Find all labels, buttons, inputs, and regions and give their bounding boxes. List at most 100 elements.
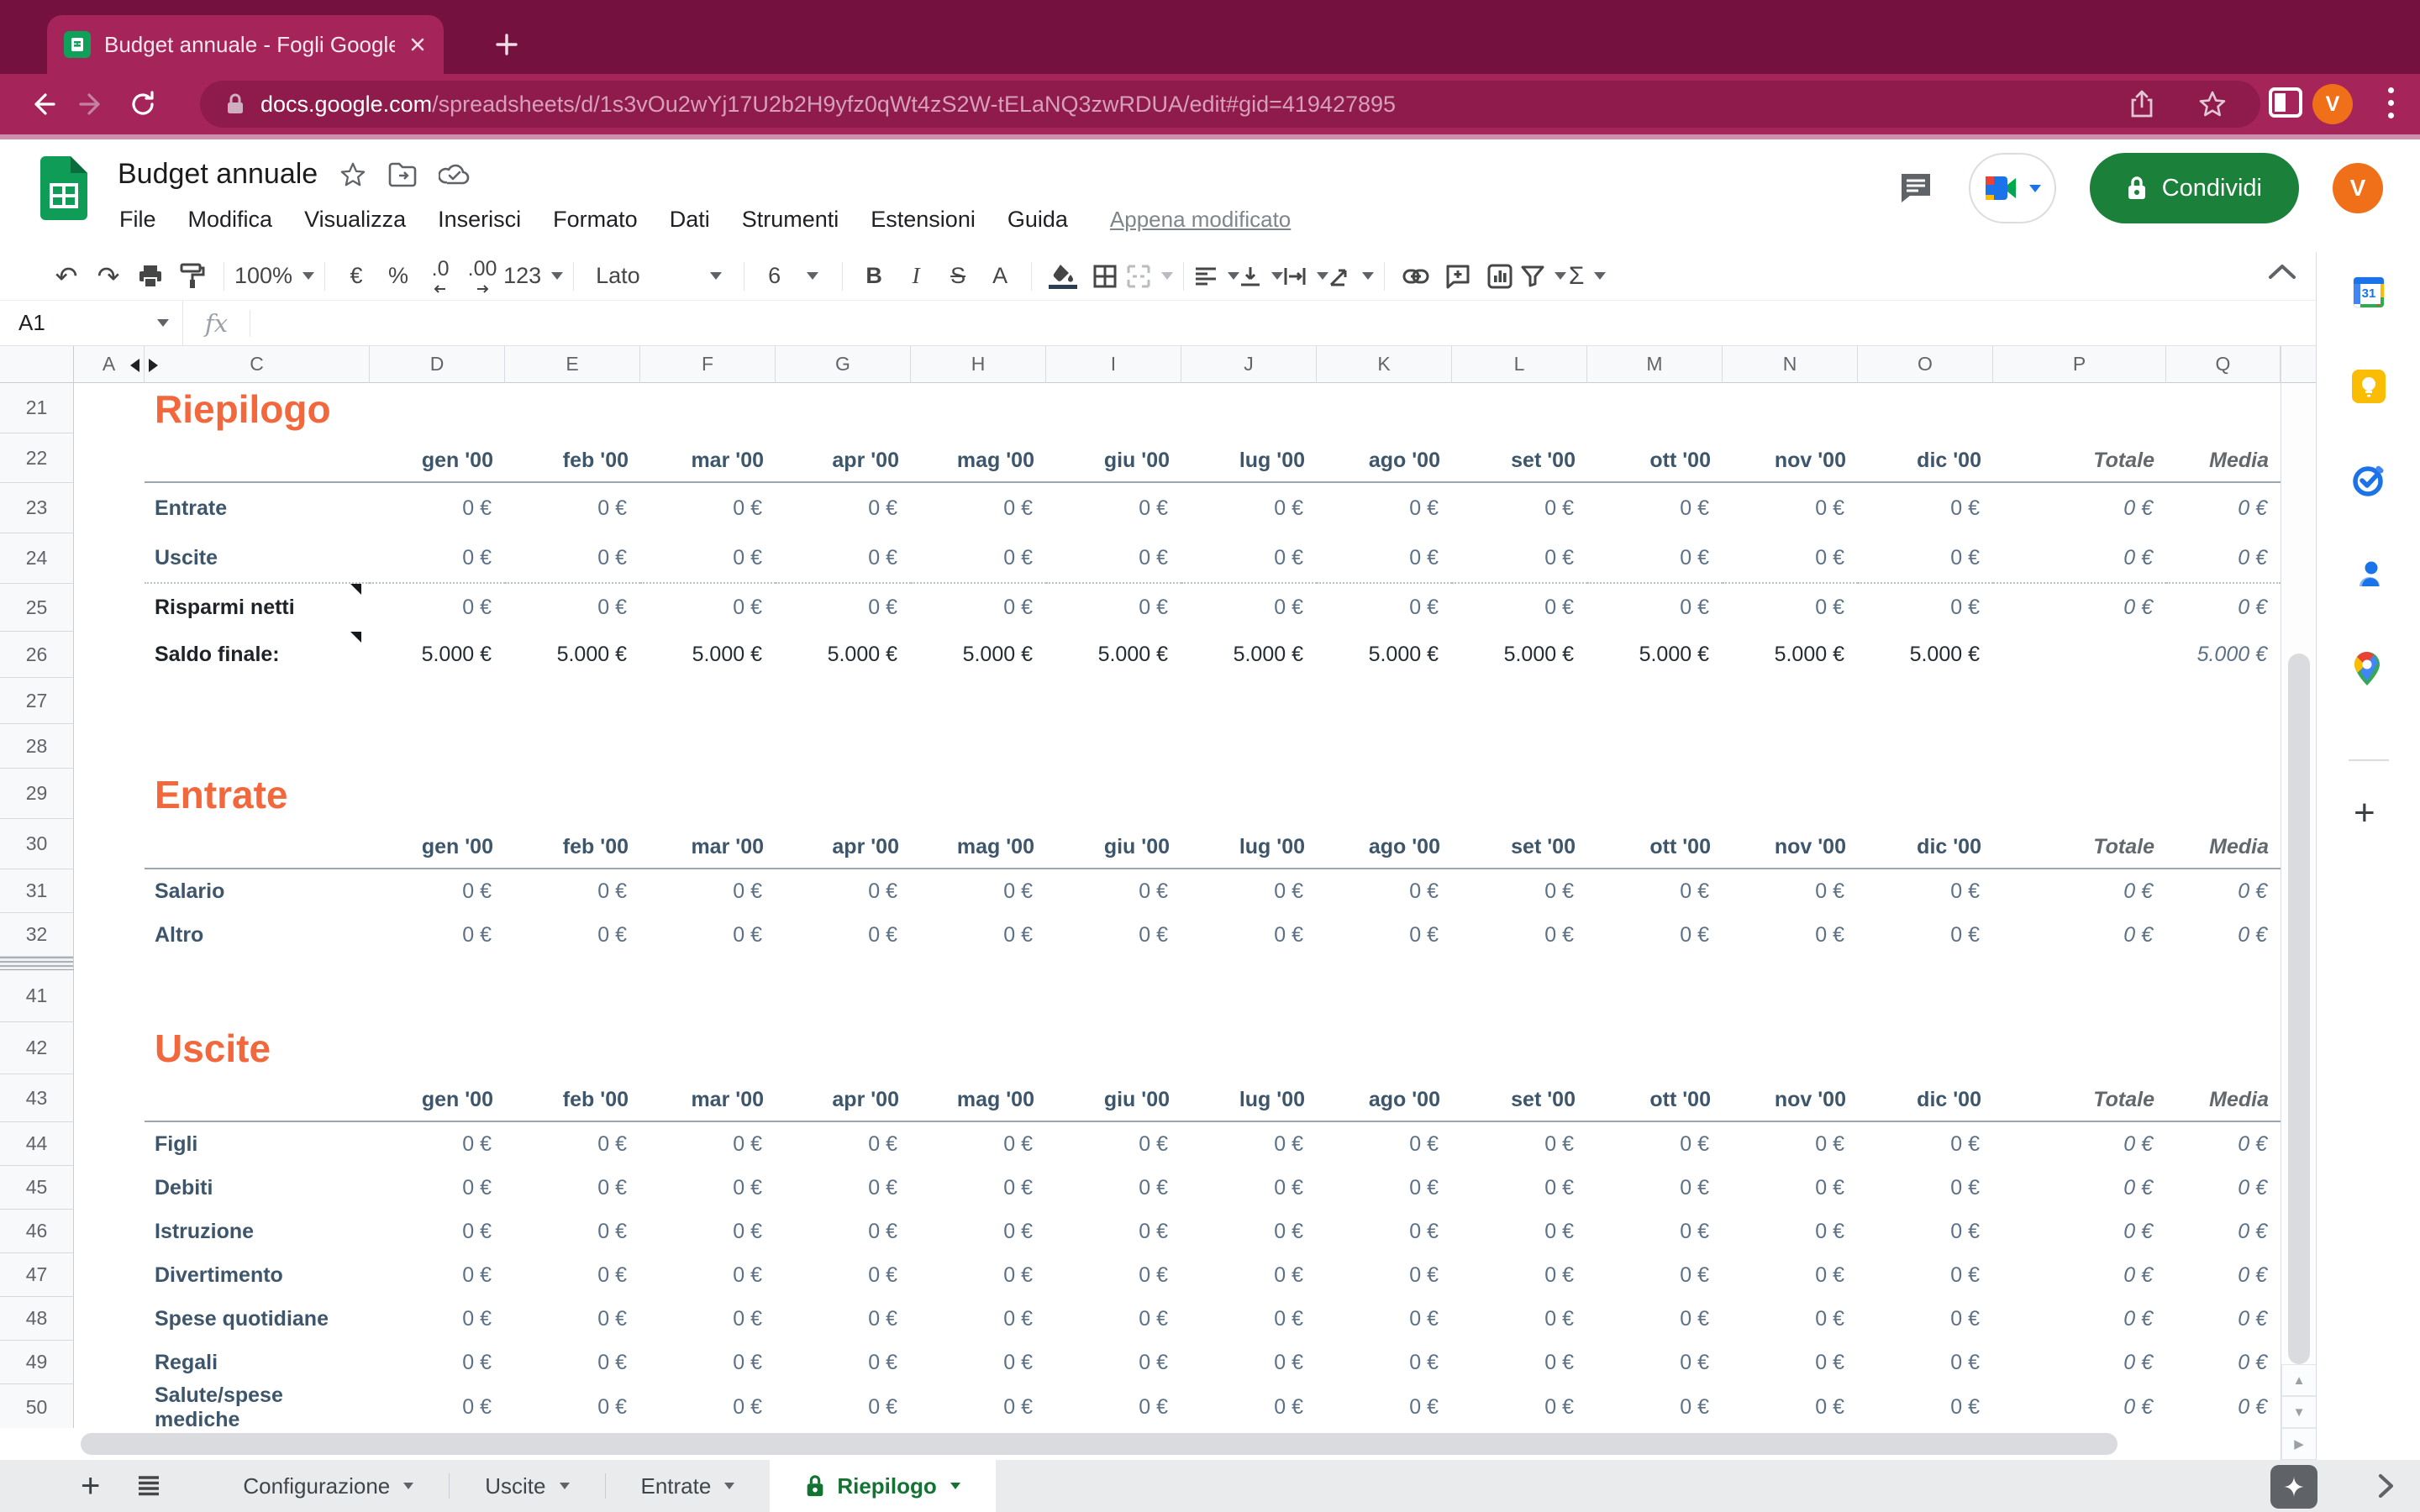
cell[interactable]: Salute/spese mediche <box>145 1384 370 1428</box>
cell[interactable]: 0 € <box>1858 869 1993 913</box>
cell[interactable]: 0 € <box>776 584 911 632</box>
reload-icon[interactable] <box>118 89 168 119</box>
cell[interactable]: 0 € <box>505 1210 640 1253</box>
cell[interactable]: 0 € <box>1181 1384 1317 1428</box>
site-lock-icon[interactable] <box>225 92 245 116</box>
cell[interactable]: Totale <box>1993 819 2166 869</box>
cell[interactable]: 0 € <box>1046 483 1181 533</box>
cell[interactable]: 5.000 € <box>1046 632 1181 678</box>
cell[interactable]: Divertimento <box>145 1253 370 1297</box>
cell[interactable] <box>74 819 145 869</box>
cell[interactable]: 5.000 € <box>1858 632 1993 678</box>
row-header-41[interactable]: 41 <box>0 970 74 1022</box>
cell[interactable]: feb '00 <box>505 819 640 869</box>
cell[interactable]: 5.000 € <box>911 632 1046 678</box>
cell[interactable]: 0 € <box>505 483 640 533</box>
cell[interactable]: 5.000 € <box>370 632 505 678</box>
cell[interactable]: 0 € <box>1993 913 2166 957</box>
cell[interactable]: dic '00 <box>1858 433 1993 483</box>
increase-decimals-button[interactable]: .00 <box>461 257 503 296</box>
column-header-F[interactable]: F <box>640 346 776 383</box>
cell[interactable]: Saldo finale: <box>145 632 370 678</box>
cloud-saved-icon[interactable] <box>439 162 471 187</box>
cell[interactable]: 0 € <box>1317 1341 1452 1384</box>
menu-guida[interactable]: Guida <box>1007 207 1068 233</box>
cell[interactable]: 0 € <box>1452 1297 1587 1341</box>
paint-format-icon[interactable] <box>171 257 213 296</box>
cell[interactable]: 0 € <box>1723 1166 1858 1210</box>
cell[interactable] <box>74 533 145 584</box>
cell[interactable]: 0 € <box>1723 1297 1858 1341</box>
cell[interactable]: 0 € <box>1723 1341 1858 1384</box>
google-tasks-icon[interactable] <box>2350 462 2387 499</box>
cell[interactable]: 0 € <box>640 913 776 957</box>
cell[interactable]: 0 € <box>1317 1253 1452 1297</box>
functions-button[interactable]: Σ <box>1566 257 1608 296</box>
row-header-29[interactable]: 29 <box>0 769 74 819</box>
cell[interactable]: dic '00 <box>1858 819 1993 869</box>
cell[interactable]: 0 € <box>1858 483 1993 533</box>
cell[interactable]: 0 € <box>911 1341 1046 1384</box>
cell[interactable]: ago '00 <box>1317 819 1452 869</box>
cell[interactable]: 0 € <box>370 1210 505 1253</box>
new-tab-button[interactable] <box>492 30 521 59</box>
cell[interactable]: 0 € <box>505 1122 640 1166</box>
cell[interactable]: 0 € <box>1317 1210 1452 1253</box>
cell[interactable]: 0 € <box>1587 913 1723 957</box>
cell[interactable]: 0 € <box>1858 1122 1993 1166</box>
cell[interactable]: 0 € <box>2166 483 2281 533</box>
cell[interactable]: 0 € <box>2166 1166 2281 1210</box>
share-button[interactable]: Condividi <box>2090 153 2299 223</box>
font-select[interactable]: Lato <box>584 257 734 296</box>
share-page-icon[interactable] <box>2129 90 2154 118</box>
cell[interactable]: 0 € <box>1452 1210 1587 1253</box>
browser-tab[interactable]: Budget annuale - Fogli Google <box>47 15 444 74</box>
vertical-scrollbar-thumb[interactable] <box>2288 654 2310 1364</box>
cell[interactable]: 0 € <box>1452 869 1587 913</box>
cell[interactable]: 0 € <box>1587 1384 1723 1428</box>
unhide-column-right-icon[interactable] <box>149 359 158 372</box>
cell[interactable]: 0 € <box>1723 584 1858 632</box>
cell[interactable]: 5.000 € <box>1452 632 1587 678</box>
row-header-21[interactable]: 21 <box>0 383 74 433</box>
insert-chart-icon[interactable] <box>1479 257 1521 296</box>
row-header-25[interactable]: 25 <box>0 584 74 632</box>
cell[interactable]: apr '00 <box>776 433 911 483</box>
cell[interactable] <box>74 433 145 483</box>
cell[interactable]: 0 € <box>776 483 911 533</box>
cell[interactable]: 0 € <box>2166 1297 2281 1341</box>
column-header-H[interactable]: H <box>911 346 1046 383</box>
cell[interactable]: 0 € <box>1587 1253 1723 1297</box>
cell[interactable]: 0 € <box>1723 1253 1858 1297</box>
cell[interactable]: 0 € <box>1723 1384 1858 1428</box>
column-header-I[interactable]: I <box>1046 346 1181 383</box>
cell[interactable]: 5.000 € <box>1723 632 1858 678</box>
redo-icon[interactable]: ↷ <box>87 257 129 296</box>
column-header-N[interactable]: N <box>1723 346 1858 383</box>
cell[interactable]: 0 € <box>505 1341 640 1384</box>
cell[interactable]: 0 € <box>1181 1297 1317 1341</box>
cell[interactable]: apr '00 <box>776 1074 911 1122</box>
cell[interactable]: 0 € <box>1723 1122 1858 1166</box>
cell[interactable]: Spese quotidiane <box>145 1297 370 1341</box>
cell[interactable] <box>74 632 145 678</box>
cell[interactable]: 0 € <box>505 1384 640 1428</box>
cell[interactable] <box>74 1210 145 1253</box>
cell[interactable]: Uscite <box>145 1022 2281 1074</box>
cell[interactable]: 0 € <box>776 869 911 913</box>
cell[interactable]: 5.000 € <box>1181 632 1317 678</box>
cell[interactable]: 0 € <box>640 533 776 584</box>
cell[interactable]: mag '00 <box>911 819 1046 869</box>
cell[interactable]: 0 € <box>640 1341 776 1384</box>
cell[interactable]: set '00 <box>1452 433 1587 483</box>
scroll-up-icon[interactable]: ▲ <box>2281 1364 2317 1396</box>
cell[interactable]: 0 € <box>1723 869 1858 913</box>
cell[interactable]: 0 € <box>1858 584 1993 632</box>
cell[interactable]: 0 € <box>1452 1384 1587 1428</box>
cell[interactable]: Entrate <box>145 483 370 533</box>
cell[interactable]: 0 € <box>1181 869 1317 913</box>
cell[interactable]: set '00 <box>1452 1074 1587 1122</box>
cell[interactable]: 0 € <box>1452 533 1587 584</box>
cell[interactable]: 0 € <box>1858 1166 1993 1210</box>
row-header-44[interactable]: 44 <box>0 1122 74 1166</box>
